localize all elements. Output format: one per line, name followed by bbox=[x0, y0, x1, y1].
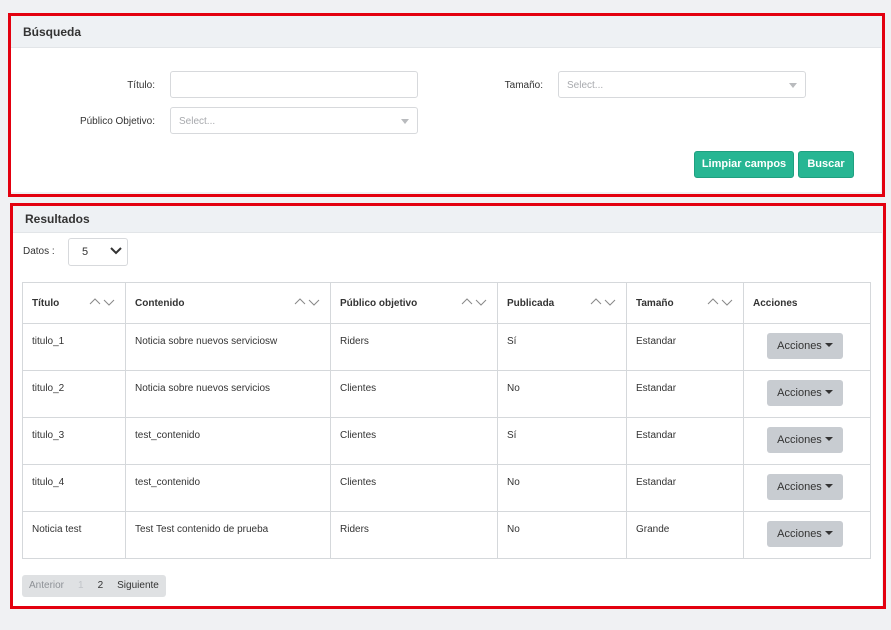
results-panel-title: Resultados bbox=[13, 206, 882, 233]
search-panel: Búsqueda Título: Tamaño: Select... Públi… bbox=[11, 17, 881, 192]
caret-down-icon bbox=[824, 343, 833, 348]
cell-contenido: test_contenido bbox=[125, 464, 331, 512]
cell-acciones: Acciones bbox=[743, 370, 871, 418]
caret-down-icon bbox=[824, 390, 833, 395]
cell-tamano: Estandar bbox=[626, 323, 744, 371]
cell-titulo: titulo_4 bbox=[22, 464, 126, 512]
cell-publicada: No bbox=[497, 370, 627, 418]
column-header-label: Publicada bbox=[507, 297, 555, 309]
cell-publico-objetivo: Clientes bbox=[330, 370, 498, 418]
pagination-prev[interactable]: Anterior bbox=[22, 575, 71, 597]
pagination: Anterior 1 2 Siguiente bbox=[22, 575, 166, 597]
column-header-label: Contenido bbox=[135, 297, 185, 309]
cell-contenido: Noticia sobre nuevos serviciosw bbox=[125, 323, 331, 371]
publico-select-placeholder: Select... bbox=[179, 116, 216, 127]
page-size-value: 5 bbox=[82, 246, 89, 258]
cell-acciones: Acciones bbox=[743, 464, 871, 512]
tamano-select-placeholder: Select... bbox=[567, 80, 604, 91]
cell-tamano: Estandar bbox=[626, 417, 744, 465]
cell-tamano: Estandar bbox=[626, 464, 744, 512]
acciones-label: Acciones bbox=[777, 481, 822, 493]
cell-publicada: Sí bbox=[497, 417, 627, 465]
clear-fields-button[interactable]: Limpiar campos bbox=[694, 151, 794, 178]
caret-down-icon bbox=[824, 484, 833, 489]
sort-icon bbox=[590, 298, 616, 306]
cell-publico-objetivo: Riders bbox=[330, 511, 498, 559]
tamano-label: Tamaño: bbox=[504, 80, 543, 91]
cell-contenido: Noticia sobre nuevos servicios bbox=[125, 370, 331, 418]
cell-tamano: Grande bbox=[626, 511, 744, 559]
cell-tamano: Estandar bbox=[626, 370, 744, 418]
acciones-dropdown-button[interactable]: Acciones bbox=[767, 474, 843, 500]
titulo-label: Título: bbox=[127, 80, 155, 91]
pagination-page-2[interactable]: 2 bbox=[91, 575, 111, 597]
cell-titulo: titulo_2 bbox=[22, 370, 126, 418]
cell-publicada: Sí bbox=[497, 323, 627, 371]
column-header-tamano[interactable]: Tamaño bbox=[626, 282, 744, 324]
sort-icon bbox=[294, 298, 320, 306]
table-row: titulo_4 test_contenido Clientes No Esta… bbox=[22, 464, 871, 512]
column-header-label: Título bbox=[32, 297, 60, 309]
column-header-contenido[interactable]: Contenido bbox=[125, 282, 331, 324]
acciones-dropdown-button[interactable]: Acciones bbox=[767, 380, 843, 406]
chevron-down-icon bbox=[401, 119, 409, 124]
cell-publicada: No bbox=[497, 464, 627, 512]
cell-publico-objetivo: Riders bbox=[330, 323, 498, 371]
sort-icon bbox=[707, 298, 733, 306]
chevron-down-icon bbox=[789, 83, 797, 88]
chevron-down-icon bbox=[110, 247, 122, 255]
table-row: Noticia test Test Test contenido de prue… bbox=[22, 511, 871, 559]
acciones-label: Acciones bbox=[777, 387, 822, 399]
cell-publicada: No bbox=[497, 511, 627, 559]
table-row: titulo_1 Noticia sobre nuevos serviciosw… bbox=[22, 323, 871, 371]
titulo-input[interactable] bbox=[170, 71, 418, 98]
column-header-acciones: Acciones bbox=[743, 282, 871, 324]
cell-titulo: titulo_1 bbox=[22, 323, 126, 371]
pagination-next[interactable]: Siguiente bbox=[110, 575, 166, 597]
column-header-label: Público objetivo bbox=[340, 297, 418, 309]
caret-down-icon bbox=[824, 531, 833, 536]
cell-contenido: test_contenido bbox=[125, 417, 331, 465]
cell-titulo: Noticia test bbox=[22, 511, 126, 559]
column-header-label: Acciones bbox=[753, 297, 798, 309]
acciones-label: Acciones bbox=[777, 340, 822, 352]
cell-contenido: Test Test contenido de prueba bbox=[125, 511, 331, 559]
sort-icon bbox=[461, 298, 487, 306]
table-row: titulo_2 Noticia sobre nuevos servicios … bbox=[22, 370, 871, 418]
column-header-label: Tamaño bbox=[636, 297, 674, 309]
column-header-publico-objetivo[interactable]: Público objetivo bbox=[330, 282, 498, 324]
cell-publico-objetivo: Clientes bbox=[330, 417, 498, 465]
caret-down-icon bbox=[824, 437, 833, 442]
cell-acciones: Acciones bbox=[743, 323, 871, 371]
search-button[interactable]: Buscar bbox=[798, 151, 854, 178]
table-header-row: Título Contenido Público objetivo Public… bbox=[22, 282, 871, 324]
search-panel-title: Búsqueda bbox=[11, 17, 881, 48]
datos-label: Datos : bbox=[23, 246, 55, 257]
publico-objetivo-select[interactable]: Select... bbox=[170, 107, 418, 134]
publico-objetivo-label: Público Objetivo: bbox=[79, 116, 155, 127]
cell-acciones: Acciones bbox=[743, 417, 871, 465]
tamano-select[interactable]: Select... bbox=[558, 71, 806, 98]
table-row: titulo_3 test_contenido Clientes Sí Esta… bbox=[22, 417, 871, 465]
acciones-dropdown-button[interactable]: Acciones bbox=[767, 427, 843, 453]
page-size-select[interactable]: 5 bbox=[68, 238, 128, 266]
cell-titulo: titulo_3 bbox=[22, 417, 126, 465]
column-header-titulo[interactable]: Título bbox=[22, 282, 126, 324]
pagination-page-1[interactable]: 1 bbox=[71, 575, 91, 597]
cell-acciones: Acciones bbox=[743, 511, 871, 559]
acciones-label: Acciones bbox=[777, 434, 822, 446]
column-header-publicada[interactable]: Publicada bbox=[497, 282, 627, 324]
cell-publico-objetivo: Clientes bbox=[330, 464, 498, 512]
sort-icon bbox=[89, 298, 115, 306]
acciones-label: Acciones bbox=[777, 528, 822, 540]
acciones-dropdown-button[interactable]: Acciones bbox=[767, 333, 843, 359]
results-panel: Resultados Datos : 5 Título Contenido Pú… bbox=[13, 206, 882, 606]
results-table: Título Contenido Público objetivo Public… bbox=[22, 282, 871, 559]
acciones-dropdown-button[interactable]: Acciones bbox=[767, 521, 843, 547]
